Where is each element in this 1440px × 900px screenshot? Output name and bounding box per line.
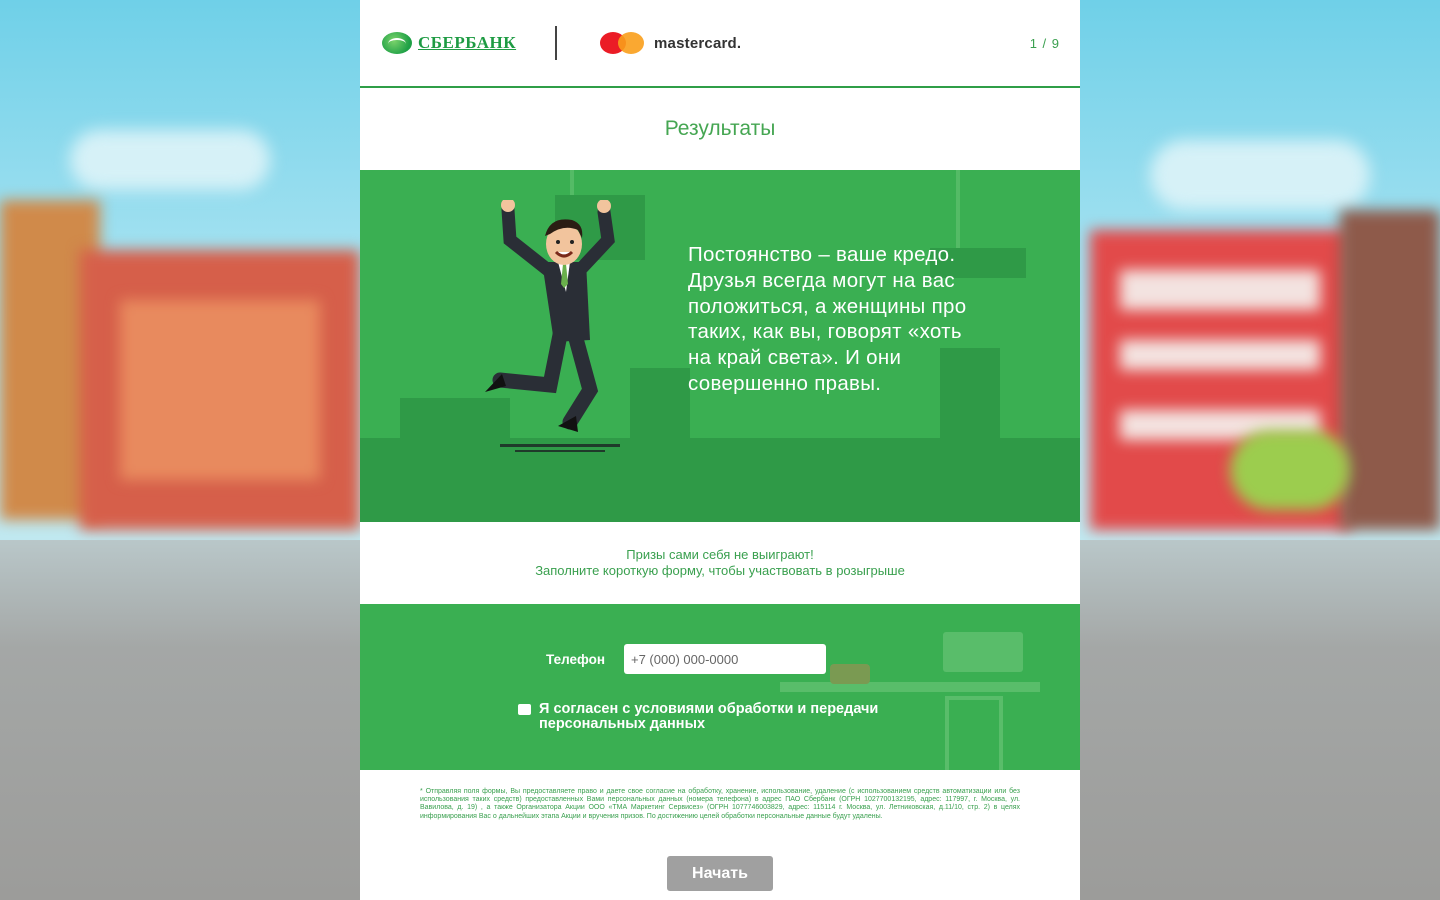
title-section: Результаты — [360, 88, 1080, 170]
logo-divider — [555, 26, 557, 60]
cta-section: Призы сами себя не выиграют! Заполните к… — [360, 522, 1080, 604]
jumping-businessman-illustration — [485, 200, 620, 452]
header: СБЕРБАНК mastercard. 1 / 9 — [360, 0, 1080, 88]
result-hero: Постоянство – ваше кредо. Друзья всегда … — [360, 170, 1080, 522]
sberbank-logo: СБЕРБАНК — [382, 32, 516, 54]
phone-row: Телефон — [546, 644, 826, 674]
quiz-result-page: СБЕРБАНК mastercard. 1 / 9 Результаты По… — [360, 0, 1080, 900]
consent-label: Я согласен с условиями обработки и перед… — [539, 701, 879, 732]
cta-headline: Призы сами себя не выиграют! — [626, 547, 814, 562]
legal-disclaimer: * Отправляя поля формы, Вы предоставляет… — [420, 788, 1020, 820]
mastercard-name: mastercard. — [654, 34, 742, 52]
start-button[interactable]: Начать — [667, 856, 773, 891]
phone-input[interactable] — [624, 644, 826, 674]
phone-label: Телефон — [546, 651, 606, 667]
sberbank-logo-icon — [382, 32, 412, 54]
page-title: Результаты — [664, 117, 776, 140]
result-description: Постоянство – ваше кредо. Друзья всегда … — [688, 243, 967, 395]
mastercard-logo: mastercard. — [600, 32, 741, 54]
mastercard-circles-icon — [600, 32, 646, 54]
consent-row[interactable]: Я согласен с условиями обработки и перед… — [518, 702, 879, 732]
progress-counter: 1 / 9 — [1029, 36, 1060, 51]
registration-form: Телефон Я согласен с условиями обработки… — [360, 604, 1080, 770]
sberbank-name: СБЕРБАНК — [418, 33, 517, 52]
consent-checkbox[interactable] — [518, 704, 531, 715]
cta-subline: Заполните короткую форму, чтобы участвов… — [535, 563, 905, 578]
